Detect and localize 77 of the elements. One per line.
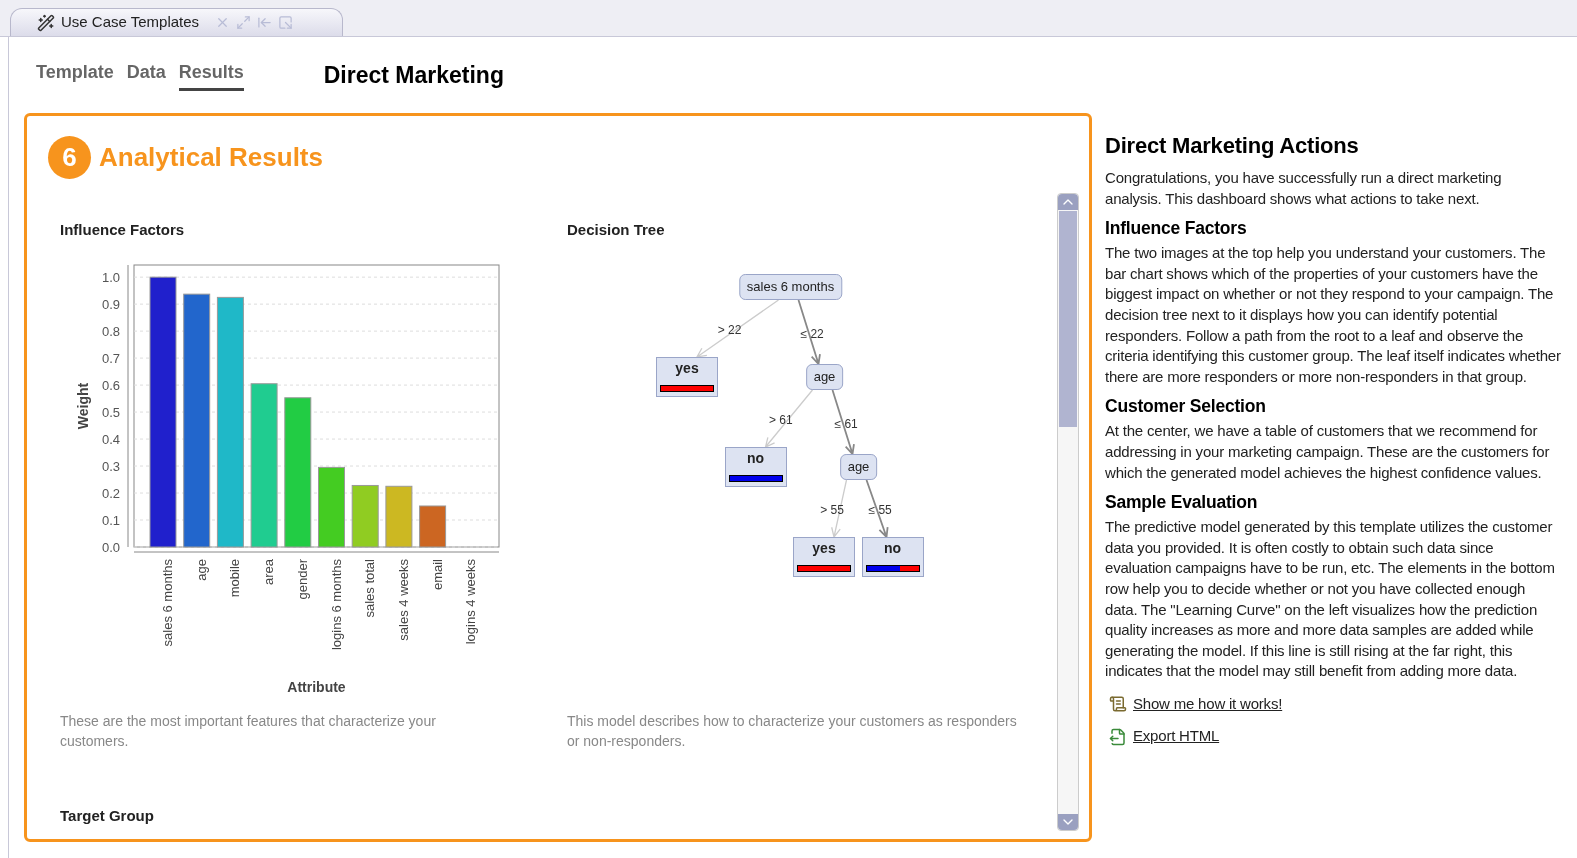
y-tick-label: 0.8 — [101, 323, 120, 339]
edge-arrow — [865, 478, 889, 539]
view-tab[interactable]: Use Case Templates — [10, 8, 343, 36]
nav-tab[interactable]: Results — [178, 59, 244, 91]
edge-label: ≤ 61 — [834, 417, 858, 430]
edge-arrow — [797, 298, 821, 366]
leaf-label: yes — [812, 538, 836, 557]
step-badge: 6 — [48, 136, 91, 179]
edge-label: > 55 — [820, 504, 844, 516]
leaf-label: no — [746, 448, 765, 467]
y-tick-label: 0.9 — [101, 296, 120, 312]
scrollbar[interactable] — [1057, 193, 1079, 831]
y-tick-label: 0.7 — [101, 350, 120, 366]
x-tick-label: gender — [294, 558, 310, 599]
leaf-label: no — [883, 538, 902, 557]
section-title: Analytical Results — [99, 141, 323, 174]
intro-text: Congratulations, you have successfully run a direct marketing analysis. This dashboard shows what actions to take next. — [1105, 168, 1503, 209]
section-heading: Customer Selection — [1105, 395, 1267, 419]
nav-tab[interactable]: Data — [126, 59, 166, 91]
edge-label: > 22 — [717, 324, 742, 336]
action-link[interactable]: Export HTML — [1109, 726, 1561, 748]
section-text: The predictive model generated by this template utilizes the customer data you provided. It is often costly to obtain such data since evaluation campaigns have to be run, etc. The elements in the bottom row help you to decide whether or not you have collected enough data. The "Learning Curve" on the left visualizes how the prediction quality increases as more and more data samples are added while generating the model. If this line is still rising at the far right, this indicates that the model may still benefit from adding more data. — [1105, 517, 1556, 682]
y-tick-label: 0.3 — [101, 458, 120, 474]
x-tick-label: mobile — [227, 558, 243, 597]
section-heading: Sample Evaluation — [1105, 491, 1259, 515]
y-tick-label: 1.0 — [101, 269, 120, 285]
y-tick-label: 0.5 — [101, 404, 120, 420]
chart-title: Decision Tree — [567, 220, 666, 240]
x-tick-label: sales total — [362, 558, 378, 618]
bar — [419, 505, 447, 547]
subsection-title: Target Group — [59, 805, 155, 826]
bar — [385, 485, 413, 547]
x-tick-label: logins 4 weeks — [463, 558, 479, 644]
section-text: At the center, we have a table of customers that we recommend for addressing in your marketing campaign. These are the customers for which the generated model achieves the highest confidence values. — [1105, 421, 1551, 483]
x-tick-label: logins 6 months — [328, 558, 344, 650]
x-axis-title: Attribute — [287, 678, 346, 695]
y-axis-title: Weight — [75, 382, 91, 429]
export-icon — [1109, 727, 1127, 746]
x-tick-label: age — [193, 558, 209, 581]
edge-arrow — [764, 388, 814, 448]
y-tick-label: 0.1 — [101, 512, 120, 528]
x-tick-label: sales 6 months — [160, 558, 175, 646]
tab-title: Use Case Templates — [61, 12, 200, 33]
restore-icon[interactable] — [278, 15, 294, 30]
y-tick-label: 0.4 — [101, 431, 120, 447]
chart-caption: These are the most important features that characterize your customers. — [60, 711, 437, 751]
y-tick-label: 0.6 — [101, 377, 120, 393]
edge-label: ≤ 55 — [868, 504, 892, 516]
y-tick-label: 0.0 — [101, 539, 120, 555]
wand-icon — [37, 13, 55, 32]
scroll-up-icon[interactable] — [1058, 194, 1078, 210]
edge-arrow — [831, 388, 855, 456]
edge-label: > 61 — [769, 414, 793, 426]
edge-arrow — [831, 478, 848, 538]
scroll-icon — [1109, 695, 1127, 714]
x-tick-label: sales 4 weeks — [395, 558, 411, 641]
leaf-label: yes — [675, 358, 699, 377]
page-title: Direct Marketing — [323, 60, 504, 90]
section-text: The two images at the top help you understand your customers. The bar chart shows which of the properties of your customers have the biggest impact on whether or not they respond to your campaign. The decision tree next to it displays how you can identify potential responders. Follow a path from the root to a leaf and observe the criteria identifying this customer group. The leaf itself indicates whether there are more responders or more non-responders in that group. — [1105, 243, 1561, 387]
x-tick-label: area — [261, 558, 277, 585]
scroll-thumb[interactable] — [1059, 211, 1077, 427]
maximize-icon[interactable] — [236, 15, 252, 30]
tree-node: age — [839, 453, 878, 480]
chart-title: Influence Factors — [60, 220, 186, 240]
scroll-down-icon[interactable] — [1058, 814, 1078, 830]
y-tick-label: 0.2 — [101, 485, 120, 501]
x-tick-label: email — [429, 558, 445, 590]
nav-tab[interactable]: Template — [36, 59, 114, 91]
tree-caption: This model describes how to characterize your customers as responders or non-responders. — [567, 711, 1017, 751]
edge-label: ≤ 22 — [800, 327, 824, 340]
action-link[interactable]: Show me how it works! — [1109, 693, 1561, 715]
bar — [351, 484, 379, 547]
minimize-icon[interactable] — [257, 15, 273, 30]
section-heading: Influence Factors — [1105, 217, 1248, 241]
tree-node: age — [805, 363, 844, 390]
tree-node: sales 6 months — [738, 273, 843, 300]
actions-title: Direct Marketing Actions — [1105, 132, 1360, 160]
